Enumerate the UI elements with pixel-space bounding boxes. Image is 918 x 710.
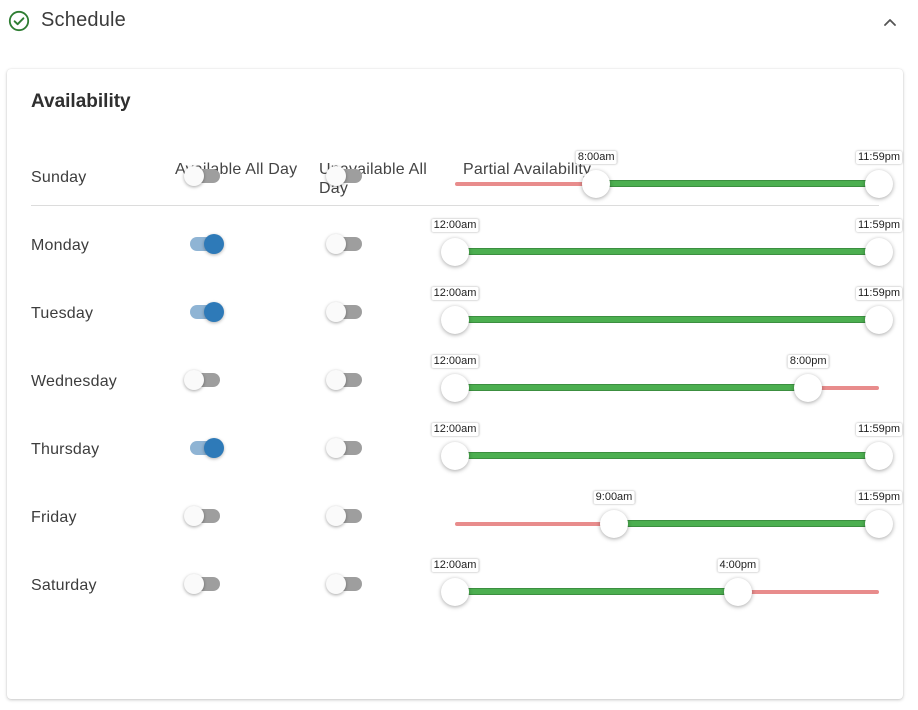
toggle-knob [184,166,204,186]
partial-availability-slider-thursday[interactable]: 12:00am 11:59pm [431,423,902,476]
available-all-day-toggle-monday[interactable] [187,232,227,256]
slider-available-range [455,588,738,595]
check-circle-icon [8,10,30,32]
slider-end-time-label: 11:59pm [856,151,902,164]
slider-start-time-label: 9:00am [593,491,635,504]
available-all-day-toggle-thursday[interactable] [187,436,227,460]
unavailable-all-day-toggle-thursday[interactable] [326,436,369,460]
section-title: Schedule [41,9,126,31]
slider-available-range [455,452,879,459]
slider-start-time-label: 12:00am [431,559,479,572]
schedule-section-header[interactable]: Schedule [0,0,918,44]
slider-start-thumb[interactable] [441,374,469,402]
unavailable-all-day-toggle-tuesday[interactable] [326,300,369,324]
slider-start-time-label: 12:00am [431,355,479,368]
toggle-knob [326,506,346,526]
available-all-day-toggle-friday[interactable] [184,504,227,528]
slider-start-thumb[interactable] [441,238,469,266]
partial-availability-slider-sunday[interactable]: 8:00am 11:59pm [455,151,902,204]
partial-availability-slider-saturday[interactable]: 12:00am 4:00pm [431,559,879,612]
unavailable-all-day-toggle-sunday[interactable] [326,164,369,188]
partial-availability-slider-wednesday[interactable]: 12:00am 8:00pm [431,355,879,408]
toggle-knob [326,370,346,390]
slider-end-time-label: 8:00pm [787,355,829,368]
unavailable-all-day-toggle-friday[interactable] [326,504,369,528]
toggle-knob [204,302,224,322]
slider-start-thumb[interactable] [441,442,469,470]
available-all-day-toggle-tuesday[interactable] [187,300,227,324]
schedule-page: Schedule Availability Available All Day … [0,0,918,710]
slider-end-thumb[interactable] [865,442,893,470]
slider-start-time-label: 12:00am [431,423,479,436]
partial-availability-slider-monday[interactable]: 12:00am 11:59pm [431,219,902,272]
toggle-knob [326,438,346,458]
day-label: Sunday [31,169,87,186]
slider-start-time-label: 12:00am [431,219,479,232]
slider-end-time-label: 4:00pm [717,559,759,572]
chevron-up-icon[interactable] [880,12,900,32]
slider-end-thumb[interactable] [865,510,893,538]
toggle-knob [204,438,224,458]
day-label: Friday [31,509,77,526]
available-all-day-toggle-wednesday[interactable] [184,368,227,392]
day-label: Thursday [31,441,100,458]
slider-end-time-label: 11:59pm [856,491,902,504]
toggle-knob [204,234,224,254]
slider-end-thumb[interactable] [723,578,752,606]
available-all-day-toggle-saturday[interactable] [184,572,227,596]
unavailable-all-day-toggle-saturday[interactable] [326,572,369,596]
partial-availability-slider-friday[interactable]: 9:00am 11:59pm [455,491,902,544]
day-label: Saturday [31,577,97,594]
day-label: Tuesday [31,305,94,322]
toggle-knob [326,574,346,594]
slider-end-time-label: 11:59pm [856,287,902,300]
availability-card: Availability Available All Day Unavailab… [7,69,903,699]
unavailable-all-day-toggle-wednesday[interactable] [326,368,369,392]
toggle-knob [184,506,204,526]
slider-start-thumb[interactable] [600,510,628,538]
slider-start-thumb[interactable] [441,578,469,606]
slider-start-thumb[interactable] [441,306,469,334]
slider-start-thumb[interactable] [582,170,611,198]
toggle-knob [184,370,204,390]
day-row-saturday: Saturday 12:00am 4:00pm [7,559,903,645]
slider-available-range [455,316,879,323]
toggle-knob [184,574,204,594]
toggle-knob [326,302,346,322]
unavailable-all-day-toggle-monday[interactable] [326,232,369,256]
slider-start-time-label: 12:00am [431,287,479,300]
slider-end-thumb[interactable] [865,306,893,334]
slider-available-range [596,180,879,187]
day-label: Wednesday [31,373,118,390]
slider-available-range [455,384,809,391]
card-title: Availability [31,91,131,112]
toggle-knob [326,166,346,186]
slider-available-range [455,248,879,255]
slider-end-thumb[interactable] [794,374,823,402]
day-label: Monday [31,237,90,254]
available-all-day-toggle-sunday[interactable] [184,164,227,188]
partial-availability-slider-tuesday[interactable]: 12:00am 11:59pm [431,287,902,340]
slider-available-range [614,520,879,527]
slider-start-time-label: 8:00am [575,151,617,164]
slider-end-thumb[interactable] [865,170,893,198]
slider-end-time-label: 11:59pm [856,423,902,436]
slider-end-thumb[interactable] [865,238,893,266]
toggle-knob [326,234,346,254]
slider-end-time-label: 11:59pm [856,219,902,232]
day-row-thursday: Thursday 12:00am 11:59pm [7,423,903,509]
